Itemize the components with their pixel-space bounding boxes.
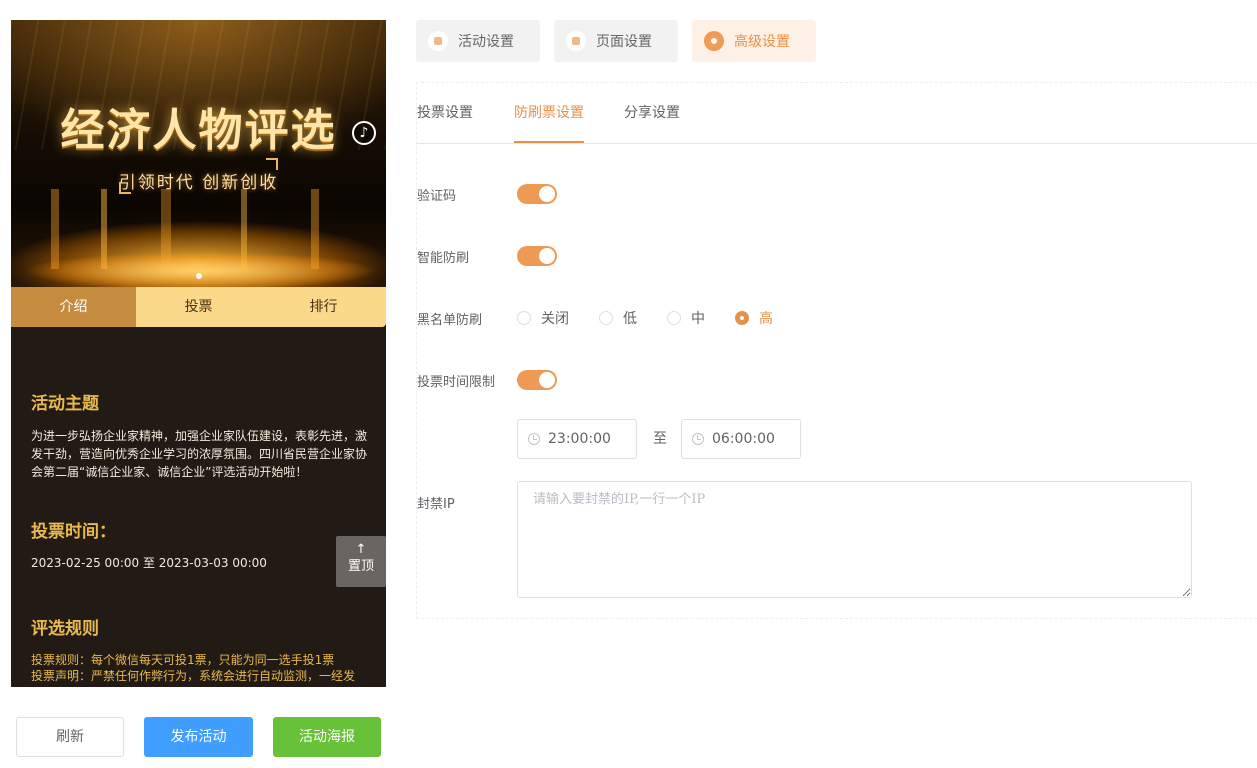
subtab-share-settings[interactable]: 分享设置 — [624, 83, 680, 143]
music-note-icon[interactable]: ♪ — [352, 121, 376, 145]
radio-label: 中 — [691, 311, 705, 327]
end-time-value: 06:00:00 — [712, 431, 775, 447]
settings-panel: 投票设置 防刷票设置 分享设置 验证码 智能防刷 黑名单防刷 关闭 低 中 高 … — [416, 82, 1257, 619]
advanced-icon — [704, 31, 724, 51]
carousel-dot[interactable] — [195, 273, 202, 279]
tab-activity-settings[interactable]: 活动设置 — [416, 20, 540, 62]
arrow-up-icon: ↑ — [355, 542, 367, 557]
carousel-dots — [11, 268, 386, 283]
theme-text: 为进一步弘扬企业家精神，加强企业家队伍建设，表彰先进，激发干劲，营造向优秀企业学… — [31, 429, 368, 479]
start-time-value: 23:00:00 — [548, 431, 611, 447]
time-limit-label: 投票时间限制 — [417, 375, 496, 390]
captcha-switch[interactable] — [517, 184, 557, 204]
banner-subtitle-text: 引领时代 创新创收 — [118, 173, 279, 193]
radio-label: 关闭 — [541, 311, 569, 327]
start-time-picker[interactable]: 23:00:00 — [517, 419, 637, 459]
clock-icon — [528, 433, 540, 445]
rule-line: 投票声明：严禁任何作弊行为，系统会进行自动监测，一经发 — [31, 669, 356, 683]
corner-right-ornament — [266, 158, 278, 170]
blacklist-radio-off[interactable]: 关闭 — [517, 308, 569, 328]
blacklist-label: 黑名单防刷 — [417, 313, 483, 328]
radio-circle — [735, 311, 749, 325]
radio-label: 高 — [759, 311, 773, 327]
back-to-top-button[interactable]: ↑ 置顶 — [336, 536, 386, 587]
banner-image: 经济人物评选 引领时代 创新创收 ♪ — [11, 20, 386, 287]
tab-label: 活动设置 — [458, 34, 514, 50]
corner-left-ornament — [119, 182, 131, 194]
end-time-picker[interactable]: 06:00:00 — [681, 419, 801, 459]
smart-anti-fraud-switch[interactable] — [517, 246, 557, 266]
preview-tabs: 介绍 投票 排行 — [11, 287, 386, 327]
tab-label: 高级设置 — [734, 34, 790, 50]
time-limit-switch[interactable] — [517, 370, 557, 390]
preview-tab-intro[interactable]: 介绍 — [11, 287, 136, 327]
radio-circle — [517, 311, 531, 325]
rule-title: 评选规则 — [31, 619, 99, 639]
subtab-anti-fraud[interactable]: 防刷票设置 — [514, 83, 584, 143]
clock-icon — [692, 433, 704, 445]
preview-tab-rank[interactable]: 排行 — [261, 287, 386, 327]
blacklist-radio-mid[interactable]: 中 — [667, 308, 705, 328]
tab-label: 页面设置 — [596, 34, 652, 50]
time-text: 2023-02-25 00:00 至 2023-03-03 00:00 — [31, 556, 267, 570]
radio-circle — [599, 311, 613, 325]
time-title: 投票时间： — [31, 522, 116, 542]
page-icon — [566, 31, 586, 51]
blacklist-radio-high[interactable]: 高 — [735, 308, 773, 328]
ban-ip-label: 封禁IP — [417, 497, 455, 512]
refresh-button[interactable]: 刷新 — [16, 717, 124, 757]
captcha-label: 验证码 — [417, 189, 457, 204]
back-to-top-label: 置顶 — [347, 559, 374, 574]
publish-button[interactable]: 发布活动 — [144, 717, 253, 757]
theme-title: 活动主题 — [31, 394, 99, 414]
tab-page-settings[interactable]: 页面设置 — [554, 20, 678, 62]
banner-title: 经济人物评选 — [60, 105, 337, 156]
activity-icon — [428, 31, 448, 51]
time-range-separator: 至 — [653, 431, 667, 447]
banner-subtitle: 引领时代 创新创收 — [11, 158, 386, 194]
blacklist-radio-low[interactable]: 低 — [599, 308, 637, 328]
radio-label: 低 — [623, 311, 637, 327]
ban-ip-textarea[interactable] — [517, 481, 1192, 598]
poster-button[interactable]: 活动海报 — [273, 717, 381, 757]
preview-tab-vote[interactable]: 投票 — [136, 287, 261, 327]
tab-advanced-settings[interactable]: 高级设置 — [692, 20, 816, 62]
radio-circle — [667, 311, 681, 325]
sub-tabs: 投票设置 防刷票设置 分享设置 — [417, 83, 1257, 144]
smart-anti-fraud-label: 智能防刷 — [417, 251, 470, 266]
phone-preview: 经济人物评选 引领时代 创新创收 ♪ 介绍 投票 排行 活动主题 为进一步弘扬企… — [11, 20, 386, 687]
rule-line: 投票规则：每个微信每天可投1票，只能为同一选手投1票 — [31, 653, 335, 667]
subtab-vote-settings[interactable]: 投票设置 — [417, 83, 473, 143]
